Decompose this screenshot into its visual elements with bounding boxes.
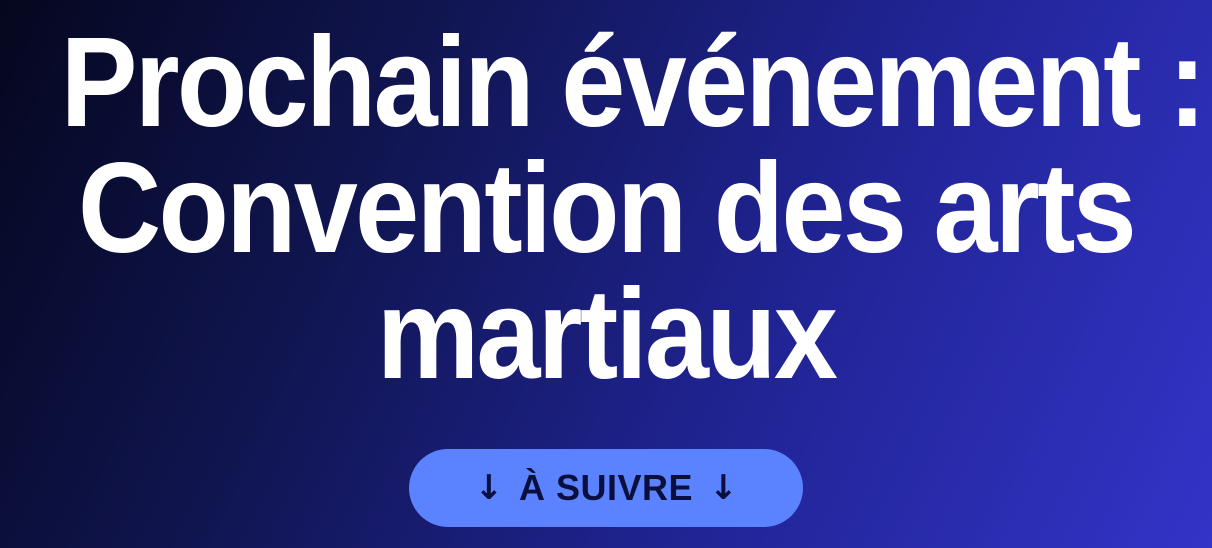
follow-button[interactable]: ↓ À SUIVRE ↓ bbox=[409, 449, 803, 527]
hero-banner: Prochain événement : Convention des arts… bbox=[0, 0, 1212, 548]
follow-button-label: À SUIVRE bbox=[518, 467, 694, 508]
down-arrow-icon: ↓ bbox=[709, 468, 738, 508]
event-title: Prochain événement : Convention des arts… bbox=[60, 11, 1207, 406]
down-arrow-icon: ↓ bbox=[474, 468, 503, 508]
event-title-line-2: Convention des arts bbox=[77, 137, 1137, 280]
event-title-line-1: Prochain événement : bbox=[60, 11, 1207, 154]
event-title-line-3: martiaux bbox=[376, 263, 838, 406]
